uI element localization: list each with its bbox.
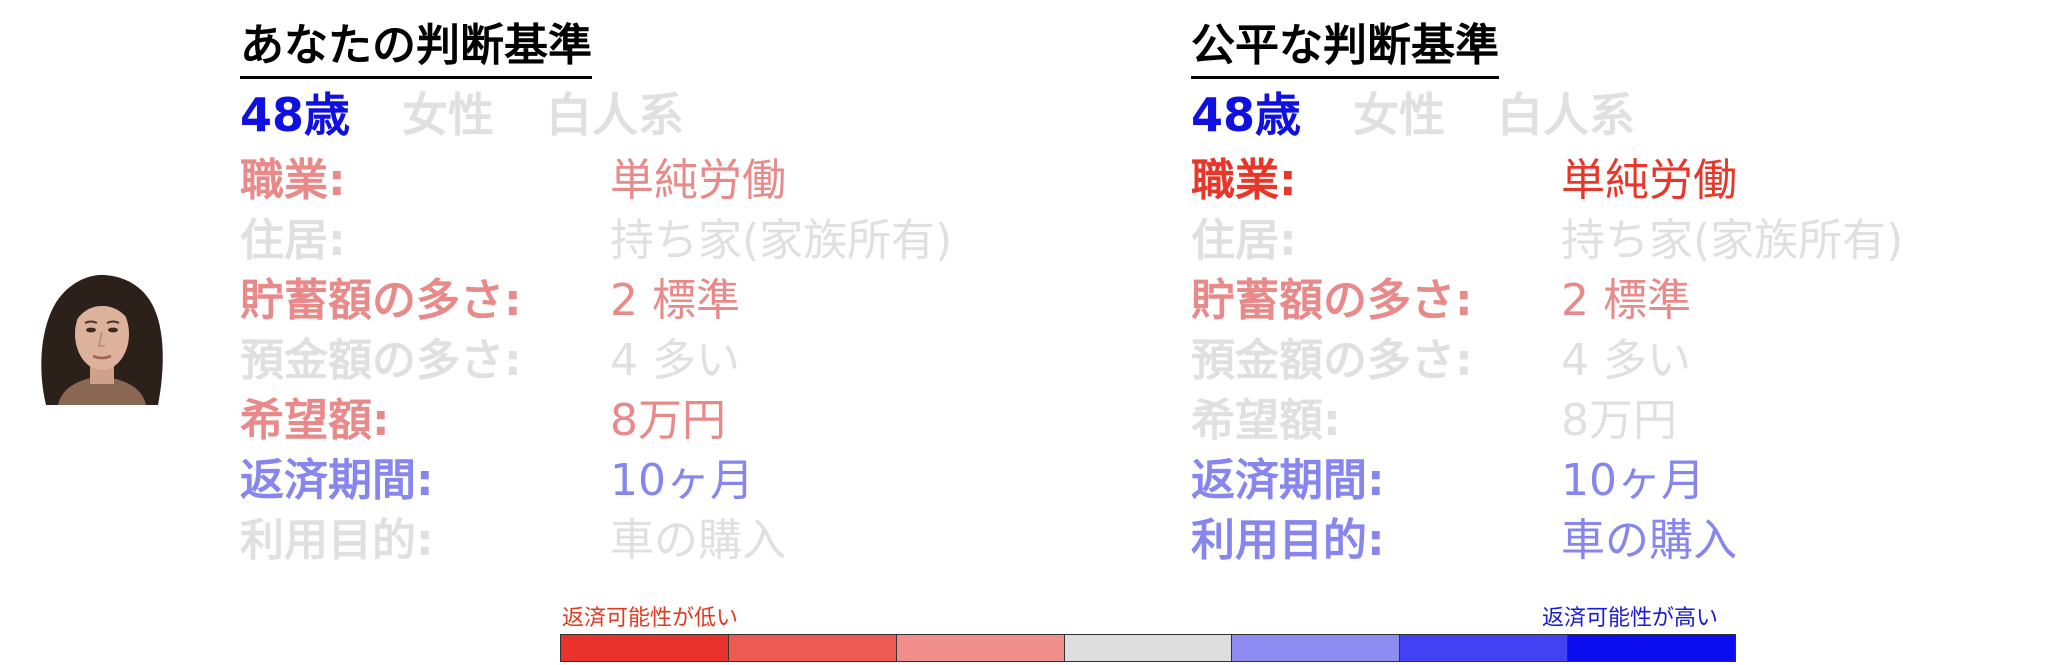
right-attribute-list: 職業: 単純労働 住居: 持ち家(家族所有) 貯蓄額の多さ: 2 標準 預金額の多さ:… xyxy=(1191,151,1991,571)
right-panel-title: 公平な判断基準 xyxy=(1191,18,1499,79)
left-label-savings: 貯蓄額の多さ: xyxy=(240,275,522,326)
left-label-period: 返済期間: xyxy=(240,455,434,506)
left-gender: 女性 xyxy=(402,88,495,142)
left-row-housing: 住居: 持ち家(家族所有) xyxy=(240,211,1040,271)
left-row-occupation: 職業: 単純労働 xyxy=(240,151,1040,211)
right-label-period: 返済期間: xyxy=(1191,455,1385,506)
right-row-housing: 住居: 持ち家(家族所有) xyxy=(1191,211,1991,271)
scale-segment-1 xyxy=(561,635,729,661)
scale-high-label: 返済可能性が高い xyxy=(1542,606,1719,631)
left-age: 48歳 xyxy=(240,88,351,142)
right-row-savings: 貯蓄額の多さ: 2 標準 xyxy=(1191,271,1991,331)
scale-segment-2 xyxy=(728,635,897,661)
left-value-purpose: 車の購入 xyxy=(610,515,786,566)
right-row-occupation: 職業: 単純労働 xyxy=(1191,151,1991,211)
right-row-amount: 希望額: 8万円 xyxy=(1191,391,1991,451)
left-row-purpose: 利用目的: 車の購入 xyxy=(240,511,1040,571)
right-value-amount: 8万円 xyxy=(1561,395,1677,446)
right-value-occupation: 単純労働 xyxy=(1561,155,1737,206)
scale-segment-5 xyxy=(1232,635,1401,661)
right-value-purpose: 車の購入 xyxy=(1561,515,1737,566)
likelihood-color-scale xyxy=(560,634,1736,662)
right-label-housing: 住居: xyxy=(1191,215,1297,266)
right-gender: 女性 xyxy=(1353,88,1446,142)
left-panel-title: あなたの判断基準 xyxy=(240,18,592,79)
left-label-occupation: 職業: xyxy=(240,155,346,206)
scale-low-label: 返済可能性が低い xyxy=(562,606,739,631)
left-attribute-list: 職業: 単純労働 住居: 持ち家(家族所有) 貯蓄額の多さ: 2 標準 預金額の多さ:… xyxy=(240,151,1040,571)
right-value-savings: 2 標準 xyxy=(1561,275,1691,326)
left-value-deposits: 4 多い xyxy=(610,335,740,386)
right-value-period: 10ヶ月 xyxy=(1561,455,1705,506)
right-ethnicity: 白人系 xyxy=(1497,88,1636,142)
left-label-purpose: 利用目的: xyxy=(240,515,434,566)
left-value-period: 10ヶ月 xyxy=(610,455,754,506)
right-label-purpose: 利用目的: xyxy=(1191,515,1385,566)
left-ethnicity: 白人系 xyxy=(546,88,685,142)
left-value-savings: 2 標準 xyxy=(610,275,740,326)
right-label-occupation: 職業: xyxy=(1191,155,1297,206)
left-value-amount: 8万円 xyxy=(610,395,726,446)
left-demographics: 48歳 女性 白人系 xyxy=(240,85,1040,145)
right-value-deposits: 4 多い xyxy=(1561,335,1691,386)
left-label-amount: 希望額: xyxy=(240,395,390,446)
right-label-deposits: 預金額の多さ: xyxy=(1191,335,1473,386)
right-row-deposits: 預金額の多さ: 4 多い xyxy=(1191,331,1991,391)
right-row-purpose: 利用目的: 車の購入 xyxy=(1191,511,1991,571)
right-value-housing: 持ち家(家族所有) xyxy=(1561,215,1904,266)
right-panel: 公平な判断基準 48歳 女性 白人系 職業: 単純労働 住居: 持ち家(家族所有) 貯蓄… xyxy=(1191,18,1991,571)
left-value-occupation: 単純労働 xyxy=(610,155,786,206)
scale-segment-3 xyxy=(896,635,1065,661)
left-panel: あなたの判断基準 48歳 女性 白人系 職業: 単純労働 住居: 持ち家(家族所有) 貯… xyxy=(240,18,1040,571)
right-label-savings: 貯蓄額の多さ: xyxy=(1191,275,1473,326)
right-label-amount: 希望額: xyxy=(1191,395,1341,446)
left-row-period: 返済期間: 10ヶ月 xyxy=(240,451,1040,511)
left-row-amount: 希望額: 8万円 xyxy=(240,391,1040,451)
right-row-period: 返済期間: 10ヶ月 xyxy=(1191,451,1991,511)
right-age: 48歳 xyxy=(1191,88,1302,142)
right-demographics: 48歳 女性 白人系 xyxy=(1191,85,1991,145)
left-value-housing: 持ち家(家族所有) xyxy=(610,215,953,266)
portrait-photo-icon xyxy=(32,272,170,405)
left-label-housing: 住居: xyxy=(240,215,346,266)
scale-segment-7 xyxy=(1568,635,1736,661)
scale-segment-4 xyxy=(1064,635,1233,661)
scale-segment-6 xyxy=(1400,635,1569,661)
left-row-savings: 貯蓄額の多さ: 2 標準 xyxy=(240,271,1040,331)
left-row-deposits: 預金額の多さ: 4 多い xyxy=(240,331,1040,391)
left-label-deposits: 預金額の多さ: xyxy=(240,335,522,386)
